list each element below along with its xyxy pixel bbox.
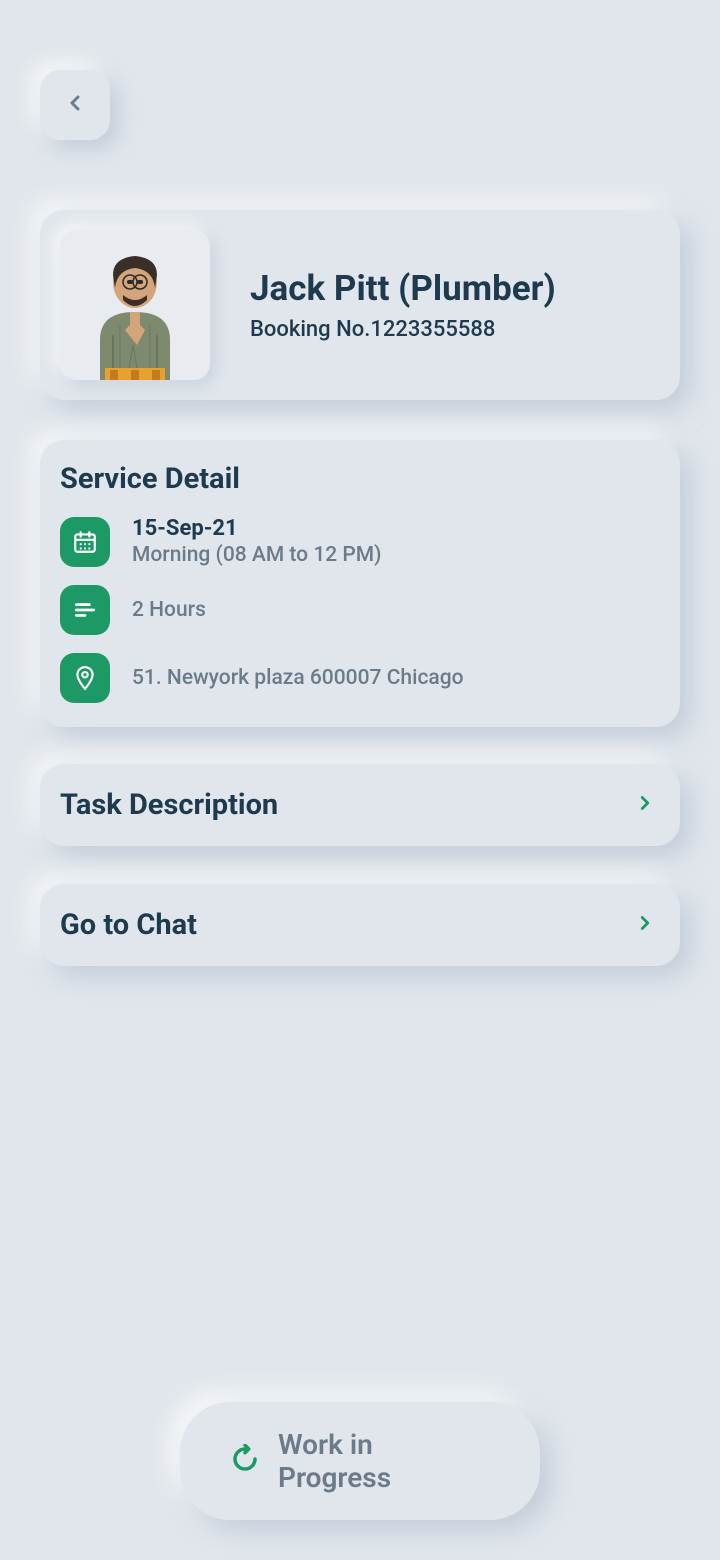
status-button[interactable]: Work in Progress <box>180 1402 540 1520</box>
chevron-right-icon <box>634 912 656 938</box>
list-icon <box>60 585 110 635</box>
detail-duration-text: 2 Hours <box>132 598 660 622</box>
chevron-left-icon <box>63 91 87 119</box>
provider-info: Jack Pitt (Plumber) Booking No.122335558… <box>250 268 660 342</box>
detail-date-text: 15-Sep-21 Morning (08 AM to 12 PM) <box>132 516 660 567</box>
location-pin-icon <box>60 653 110 703</box>
provider-avatar <box>60 230 210 380</box>
go-to-chat-label: Go to Chat <box>60 908 197 942</box>
detail-row-date: 15-Sep-21 Morning (08 AM to 12 PM) <box>60 516 660 567</box>
service-address: 51. Newyork plaza 600007 Chicago <box>132 666 660 690</box>
service-detail-card: Service Detail 15-Sep-21 Morning (08 AM … <box>40 440 680 727</box>
back-button[interactable] <box>40 70 110 140</box>
provider-card: Jack Pitt (Plumber) Booking No.122335558… <box>40 210 680 400</box>
service-time-slot: Morning (08 AM to 12 PM) <box>132 543 660 567</box>
task-description-row[interactable]: Task Description <box>40 764 680 846</box>
chevron-right-icon <box>634 792 656 818</box>
person-illustration <box>75 240 195 380</box>
service-detail-title: Service Detail <box>60 462 660 496</box>
detail-row-address: 51. Newyork plaza 600007 Chicago <box>60 653 660 703</box>
calendar-icon <box>60 517 110 567</box>
service-date: 15-Sep-21 <box>132 516 660 541</box>
detail-row-duration: 2 Hours <box>60 585 660 635</box>
booking-number: Booking No.1223355588 <box>250 317 660 342</box>
status-label: Work in Progress <box>278 1428 490 1494</box>
refresh-icon <box>230 1444 260 1478</box>
provider-name: Jack Pitt (Plumber) <box>250 268 660 309</box>
task-description-label: Task Description <box>60 788 278 822</box>
go-to-chat-row[interactable]: Go to Chat <box>40 884 680 966</box>
service-duration: 2 Hours <box>132 598 660 622</box>
detail-address-text: 51. Newyork plaza 600007 Chicago <box>132 666 660 690</box>
